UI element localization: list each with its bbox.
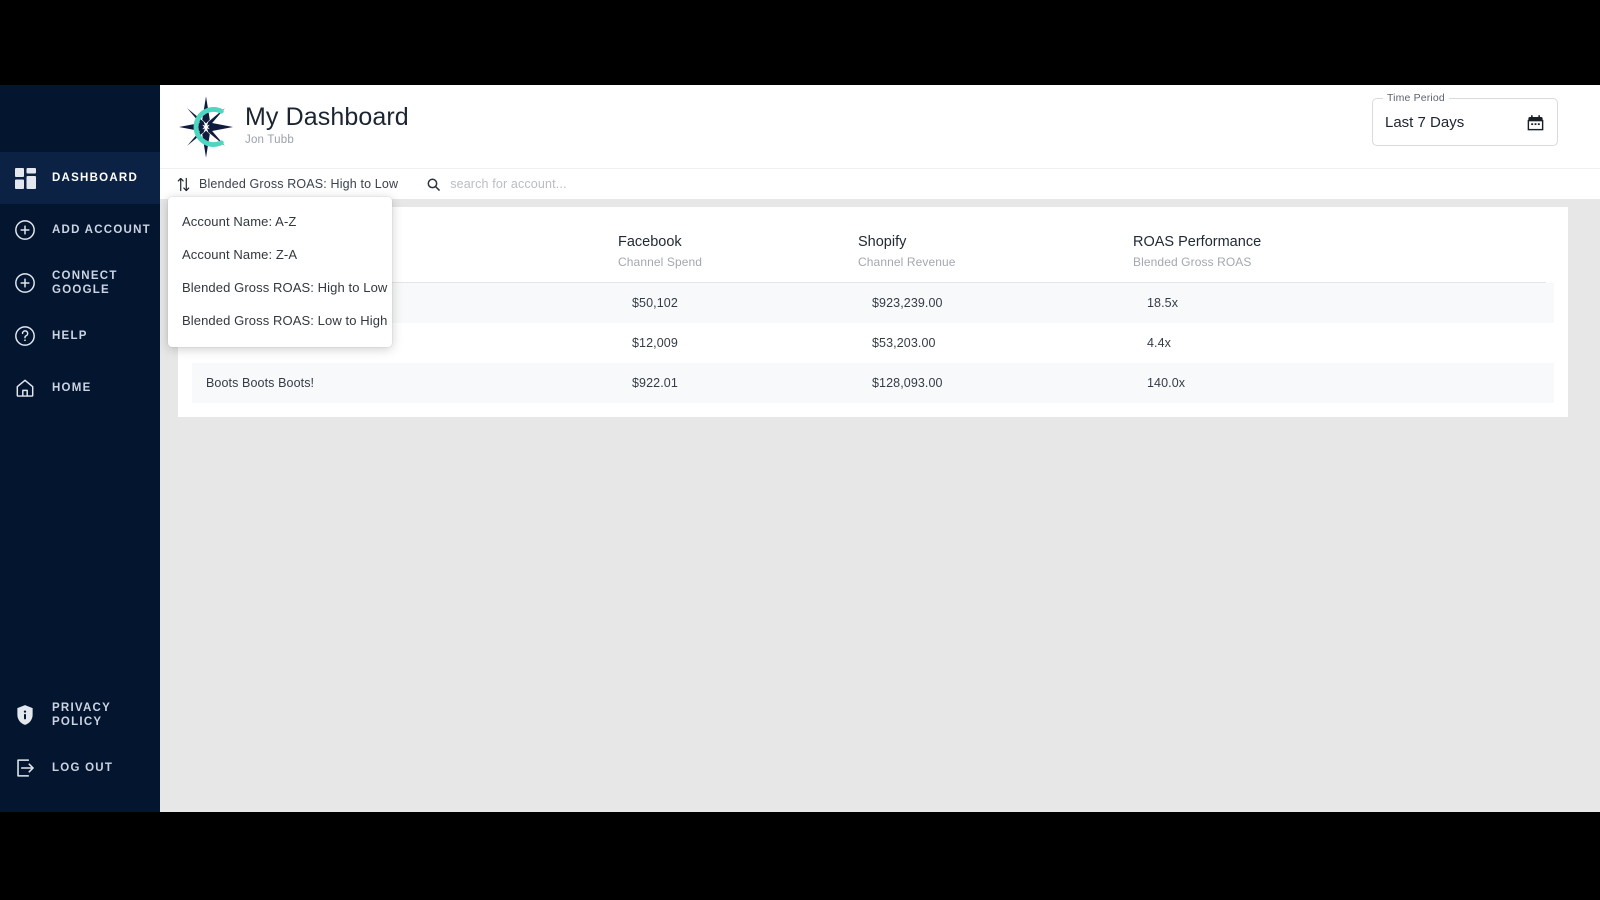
sidebar-item-label: CONNECT GOOGLE bbox=[52, 270, 118, 297]
sidebar-item-privacy-policy[interactable]: PRIVACY POLICY bbox=[0, 688, 160, 742]
sidebar-top-spacer bbox=[0, 85, 160, 152]
sidebar-item-label: LOG OUT bbox=[52, 761, 114, 774]
search-box[interactable] bbox=[427, 177, 711, 191]
sort-option-roas-high-low[interactable]: Blended Gross ROAS: High to Low bbox=[168, 271, 392, 304]
compass-c-logo-icon bbox=[179, 95, 233, 158]
table-row[interactable]: Boots Boots Boots! $922.01 $128,093.00 1… bbox=[192, 362, 1554, 403]
search-icon bbox=[427, 178, 441, 191]
sidebar-item-dashboard[interactable]: DASHBOARD bbox=[0, 152, 160, 204]
column-header-subtitle: Channel Spend bbox=[618, 254, 703, 269]
cell-shopify-revenue: $128,093.00 bbox=[872, 375, 943, 390]
search-input[interactable] bbox=[450, 177, 711, 191]
sort-dropdown-trigger[interactable]: Blended Gross ROAS: High to Low bbox=[177, 177, 398, 192]
cell-shopify-revenue: $923,239.00 bbox=[872, 295, 943, 310]
sidebar-bottom-group: PRIVACY POLICY LOG OUT bbox=[0, 688, 160, 812]
calendar-icon[interactable] bbox=[1526, 113, 1545, 132]
page-header: My Dashboard Jon Tubb Time Period Last 7… bbox=[160, 85, 1600, 168]
table-row[interactable]: $50,102 $923,239.00 18.5x bbox=[192, 282, 1554, 323]
sort-option-account-az[interactable]: Account Name: A-Z bbox=[168, 205, 392, 238]
column-header-title: Shopify bbox=[858, 234, 907, 250]
column-header-title: Facebook bbox=[618, 234, 682, 250]
shield-info-icon bbox=[12, 702, 38, 728]
logout-arrow-icon bbox=[12, 755, 38, 781]
sidebar-item-add-account[interactable]: ADD ACCOUNT bbox=[0, 204, 160, 256]
main-content: My Dashboard Jon Tubb Time Period Last 7… bbox=[160, 85, 1600, 812]
sort-option-roas-low-high[interactable]: Blended Gross ROAS: Low to High bbox=[168, 304, 392, 337]
sort-arrows-icon bbox=[177, 177, 190, 192]
sort-value-label: Blended Gross ROAS: High to Low bbox=[199, 177, 399, 191]
sidebar-flex-gap bbox=[0, 414, 160, 688]
sidebar-item-label: DASHBOARD bbox=[52, 171, 138, 184]
time-period-value: Last 7 Days bbox=[1385, 113, 1465, 131]
sidebar-item-connect-google[interactable]: CONNECT GOOGLE bbox=[0, 256, 160, 310]
column-header-facebook: Facebook Channel Spend bbox=[618, 233, 858, 269]
column-header-shopify: Shopify Channel Revenue bbox=[858, 233, 1133, 269]
home-icon bbox=[12, 375, 38, 401]
column-header-title: ROAS Performance bbox=[1133, 234, 1262, 250]
brand: My Dashboard Jon Tubb bbox=[179, 95, 409, 158]
cell-roas: 4.4x bbox=[1147, 335, 1172, 350]
sidebar-item-label: HOME bbox=[52, 382, 92, 395]
plus-circle-icon bbox=[12, 217, 38, 243]
sidebar-item-label: HELP bbox=[52, 330, 88, 343]
table-toolbar: Blended Gross ROAS: High to Low bbox=[160, 168, 1600, 199]
cell-roas: 18.5x bbox=[1147, 295, 1179, 310]
app-window: DASHBOARD ADD ACCOUNT CONNECT GOOGLE HEL… bbox=[0, 85, 1600, 812]
sort-dropdown-menu: Account Name: A-Z Account Name: Z-A Blen… bbox=[168, 197, 392, 347]
plus-circle-icon bbox=[12, 270, 38, 296]
cell-facebook-spend: $50,102 bbox=[632, 295, 678, 310]
cell-facebook-spend: $12,009 bbox=[632, 335, 678, 350]
question-circle-icon bbox=[12, 323, 38, 349]
column-header-subtitle: Channel Revenue bbox=[858, 254, 956, 269]
sidebar-item-label: ADD ACCOUNT bbox=[52, 223, 151, 236]
user-name: Jon Tubb bbox=[245, 134, 294, 147]
time-period-label: Time Period bbox=[1383, 92, 1449, 104]
cell-account: Boots Boots Boots! bbox=[206, 375, 315, 390]
page-title: My Dashboard bbox=[245, 102, 409, 131]
grid-dashboard-icon bbox=[12, 165, 38, 191]
time-period-selector[interactable]: Time Period Last 7 Days bbox=[1372, 92, 1558, 146]
cell-facebook-spend: $922.01 bbox=[632, 375, 678, 390]
column-header-subtitle: Blended Gross ROAS bbox=[1133, 254, 1252, 269]
column-header-roas: ROAS Performance Blended Gross ROAS bbox=[1133, 233, 1568, 269]
sidebar-item-log-out[interactable]: LOG OUT bbox=[0, 742, 160, 794]
brand-text: My Dashboard Jon Tubb bbox=[245, 103, 409, 151]
sort-option-account-za[interactable]: Account Name: Z-A bbox=[168, 238, 392, 271]
cell-shopify-revenue: $53,203.00 bbox=[872, 335, 936, 350]
sidebar-item-help[interactable]: HELP bbox=[0, 310, 160, 362]
sidebar-item-home[interactable]: HOME bbox=[0, 362, 160, 414]
sidebar-item-label: PRIVACY POLICY bbox=[52, 701, 112, 728]
sidebar: DASHBOARD ADD ACCOUNT CONNECT GOOGLE HEL… bbox=[0, 85, 160, 812]
cell-roas: 140.0x bbox=[1147, 375, 1186, 390]
table-row[interactable]: $12,009 $53,203.00 4.4x bbox=[192, 323, 1554, 363]
